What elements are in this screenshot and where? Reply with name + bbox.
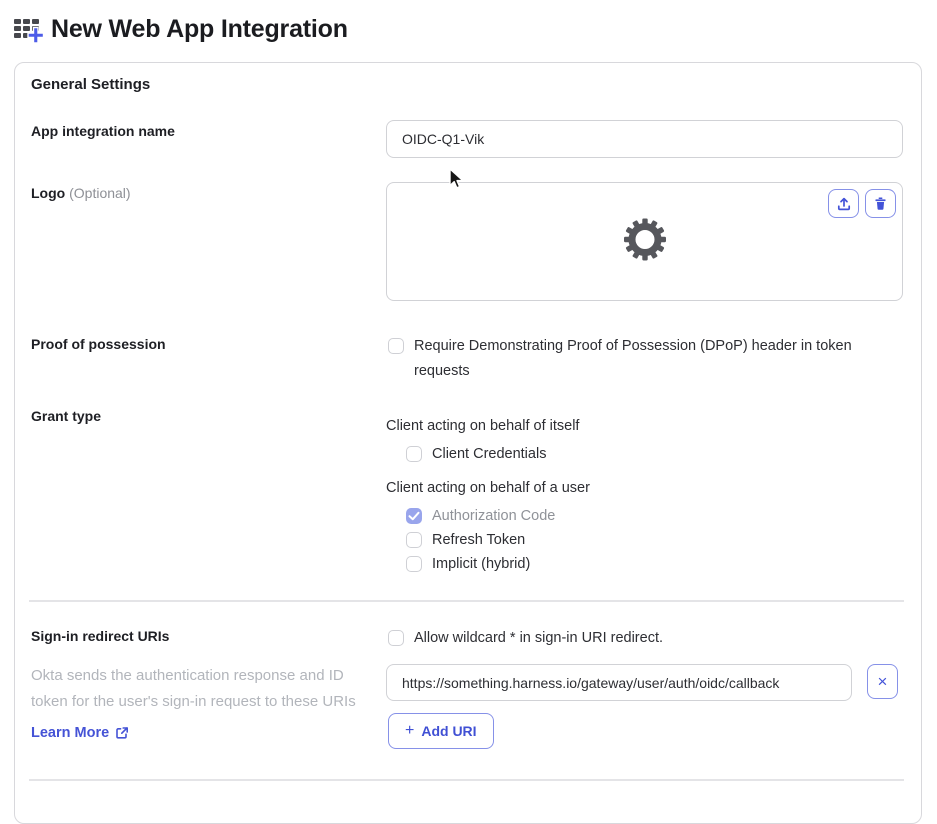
refresh-token-checkbox[interactable] [406, 532, 422, 548]
logo-delete-button[interactable] [865, 189, 896, 218]
dpop-checkbox[interactable] [388, 338, 404, 354]
plus-icon: + [405, 722, 415, 739]
gear-icon [622, 216, 668, 267]
wildcard-checkbox-label[interactable]: Allow wildcard * in sign-in URI redirect… [414, 626, 663, 651]
page-header: New Web App Integration [12, 13, 348, 45]
page-title: New Web App Integration [51, 14, 348, 43]
add-uri-button[interactable]: + Add URI [388, 713, 494, 749]
general-settings-card: General Settings App integration name Lo… [14, 62, 922, 824]
implicit-hybrid-label[interactable]: Implicit (hybrid) [432, 552, 530, 577]
redirect-uri-input[interactable] [386, 664, 852, 701]
logo-upload-button[interactable] [828, 189, 859, 218]
client-credentials-checkbox[interactable] [406, 446, 422, 462]
logo-optional-text: (Optional) [69, 185, 131, 201]
close-icon: × [877, 671, 888, 691]
app-grid-plus-icon [12, 13, 44, 45]
learn-more-link[interactable]: Learn More [31, 725, 129, 741]
wildcard-checkbox[interactable] [388, 630, 404, 646]
app-name-input[interactable] [386, 120, 903, 158]
authorization-code-label[interactable]: Authorization Code [432, 504, 555, 529]
grant-type-label: Grant type [31, 408, 102, 424]
external-link-icon [115, 726, 129, 740]
learn-more-label: Learn More [31, 725, 110, 741]
dpop-checkbox-label[interactable]: Require Demonstrating Proof of Possessio… [414, 334, 884, 384]
app-name-label: App integration name [31, 123, 175, 139]
signin-redirect-uris-label: Sign-in redirect URIs [31, 628, 170, 644]
bottom-divider [29, 779, 904, 781]
implicit-hybrid-checkbox[interactable] [406, 556, 422, 572]
refresh-token-label[interactable]: Refresh Token [432, 528, 525, 553]
grant-group-heading-self: Client acting on behalf of itself [386, 418, 580, 434]
authorization-code-checkbox[interactable] [406, 508, 422, 524]
logo-label: Logo (Optional) [31, 185, 131, 201]
proof-of-possession-label: Proof of possession [31, 336, 166, 352]
trash-icon [873, 196, 888, 211]
upload-icon [836, 196, 852, 212]
redirect-help-text: Okta sends the authentication response a… [31, 667, 356, 710]
logo-dropzone[interactable] [386, 182, 903, 301]
remove-uri-button[interactable]: × [867, 664, 898, 699]
section-title: General Settings [31, 76, 151, 93]
logo-label-bold: Logo [31, 185, 66, 201]
client-credentials-label[interactable]: Client Credentials [432, 442, 546, 467]
grant-group-heading-user: Client acting on behalf of a user [386, 480, 590, 496]
add-uri-label: Add URI [421, 723, 477, 739]
section-divider [29, 600, 904, 602]
